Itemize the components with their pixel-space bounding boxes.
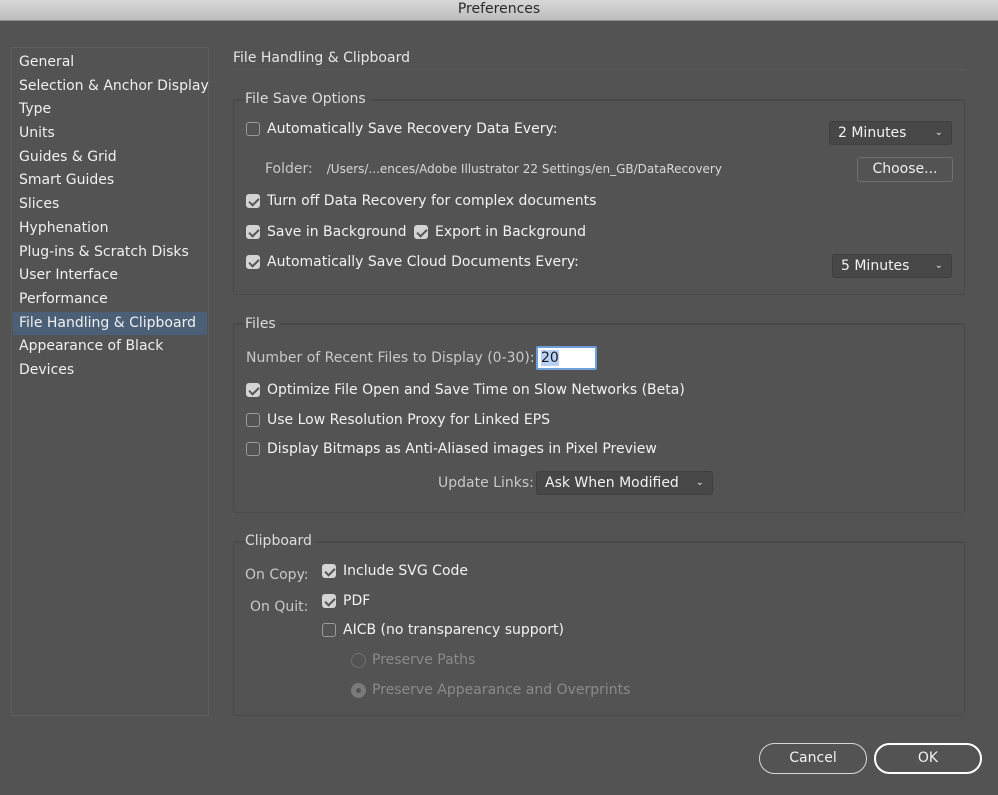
chevron-down-icon: ⌄	[934, 260, 943, 271]
on-copy-label-text: On Copy:	[245, 567, 309, 583]
turn-off-recovery-label: Turn off Data Recovery for complex docum…	[267, 193, 597, 209]
low-res-proxy-row[interactable]: Use Low Resolution Proxy for Linked EPS	[246, 412, 550, 428]
auto-save-interval-select[interactable]: 2 Minutes ⌄	[829, 121, 952, 145]
auto-save-cloud-row[interactable]: Automatically Save Cloud Documents Every…	[246, 254, 579, 270]
save-in-background-row[interactable]: Save in Background	[246, 224, 407, 240]
chevron-down-icon: ⌄	[695, 477, 704, 488]
preserve-appearance-row[interactable]: Preserve Appearance and Overprints	[351, 682, 630, 698]
preserve-appearance-radio[interactable]	[351, 682, 366, 698]
preserve-paths-label: Preserve Paths	[372, 652, 476, 668]
auto-save-interval-value: 2 Minutes	[838, 125, 907, 141]
chevron-down-icon: ⌄	[934, 127, 943, 138]
preserve-paths-radio[interactable]	[351, 652, 366, 668]
auto-save-cloud-checkbox[interactable]	[246, 255, 260, 269]
ok-button[interactable]: OK	[874, 743, 982, 774]
preserve-paths-row[interactable]: Preserve Paths	[351, 652, 475, 668]
pdf-label: PDF	[343, 593, 371, 609]
update-links-select[interactable]: Ask When Modified ⌄	[536, 471, 713, 495]
export-in-background-row[interactable]: Export in Background	[414, 224, 586, 240]
optimize-checkbox[interactable]	[246, 383, 260, 397]
low-res-proxy-checkbox[interactable]	[246, 413, 260, 427]
anti-aliased-checkbox[interactable]	[246, 442, 260, 456]
sidebar-item-plug-ins-scratch-disks[interactable]: Plug-ins & Scratch Disks	[13, 241, 207, 265]
sidebar-item-hyphenation[interactable]: Hyphenation	[13, 217, 207, 241]
file-save-options-label: File Save Options	[245, 91, 370, 107]
sidebar-item-guides-grid[interactable]: Guides & Grid	[13, 146, 207, 170]
panel-divider	[233, 69, 966, 70]
optimize-label: Optimize File Open and Save Time on Slow…	[267, 382, 685, 398]
auto-save-recovery-label: Automatically Save Recovery Data Every:	[267, 121, 558, 137]
window-title: Preferences	[457, 1, 541, 17]
recent-files-label-text: Number of Recent Files to Display (0-30)…	[246, 350, 535, 366]
update-links-value: Ask When Modified	[545, 475, 679, 491]
aicb-checkbox[interactable]	[322, 623, 336, 637]
turn-off-recovery-checkbox[interactable]	[246, 194, 260, 208]
cloud-interval-value: 5 Minutes	[841, 258, 910, 274]
cancel-button[interactable]: Cancel	[759, 743, 867, 774]
on-quit-label-text: On Quit:	[250, 599, 309, 615]
include-svg-checkbox[interactable]	[322, 564, 336, 578]
turn-off-recovery-row[interactable]: Turn off Data Recovery for complex docum…	[246, 193, 596, 209]
pdf-checkbox[interactable]	[322, 594, 336, 608]
files-label: Files	[245, 316, 280, 332]
recent-files-value: 20	[541, 350, 559, 366]
auto-save-cloud-label: Automatically Save Cloud Documents Every…	[267, 254, 579, 270]
sidebar-item-general[interactable]: General	[13, 51, 207, 75]
recent-files-label: Number of Recent Files to Display (0-30)…	[246, 350, 535, 366]
sidebar-item-units[interactable]: Units	[13, 122, 207, 146]
export-in-background-label: Export in Background	[435, 224, 587, 240]
include-svg-row[interactable]: Include SVG Code	[322, 563, 468, 579]
folder-row: Folder: /Users/...ences/Adobe Illustrato…	[265, 161, 722, 177]
update-links-label-text: Update Links:	[438, 475, 534, 491]
export-in-background-checkbox[interactable]	[414, 225, 428, 239]
optimize-row[interactable]: Optimize File Open and Save Time on Slow…	[246, 382, 685, 398]
low-res-proxy-label: Use Low Resolution Proxy for Linked EPS	[267, 412, 551, 428]
folder-path: /Users/...ences/Adobe Illustrator 22 Set…	[326, 162, 722, 176]
sidebar-item-devices[interactable]: Devices	[13, 359, 207, 383]
sidebar-item-appearance-of-black[interactable]: Appearance of Black	[13, 335, 207, 359]
on-copy-label: On Copy:	[245, 567, 309, 583]
sidebar-item-file-handling-clipboard[interactable]: File Handling & Clipboard	[13, 311, 207, 336]
sidebar-item-performance[interactable]: Performance	[13, 288, 207, 312]
panel-title: File Handling & Clipboard	[233, 50, 410, 66]
recent-files-input[interactable]: 20	[536, 346, 597, 370]
sidebar-item-smart-guides[interactable]: Smart Guides	[13, 169, 207, 193]
aicb-row[interactable]: AICB (no transparency support)	[322, 622, 564, 638]
sidebar-item-type[interactable]: Type	[13, 98, 207, 122]
on-quit-label: On Quit:	[250, 599, 308, 615]
preferences-sidebar: General Selection & Anchor Display Type Uni…	[11, 47, 209, 716]
pdf-row[interactable]: PDF	[322, 593, 370, 609]
auto-save-recovery-checkbox-row[interactable]: Automatically Save Recovery Data Every:	[246, 121, 557, 137]
anti-aliased-row[interactable]: Display Bitmaps as Anti-Aliased images i…	[246, 441, 657, 457]
aicb-label: AICB (no transparency support)	[343, 622, 564, 638]
anti-aliased-label: Display Bitmaps as Anti-Aliased images i…	[267, 441, 657, 457]
sidebar-item-selection-anchor-display[interactable]: Selection & Anchor Display	[13, 75, 209, 99]
choose-folder-button[interactable]: Choose...	[857, 157, 953, 182]
clipboard-label: Clipboard	[245, 533, 316, 549]
update-links-label: Update Links:	[438, 475, 534, 491]
window-titlebar: Preferences	[0, 0, 998, 21]
save-in-background-label: Save in Background	[267, 224, 407, 240]
folder-label: Folder:	[265, 161, 313, 177]
preserve-appearance-label: Preserve Appearance and Overprints	[372, 682, 631, 698]
auto-save-recovery-checkbox[interactable]	[246, 122, 260, 136]
sidebar-item-user-interface[interactable]: User Interface	[13, 264, 207, 288]
include-svg-label: Include SVG Code	[343, 563, 469, 579]
cloud-interval-select[interactable]: 5 Minutes ⌄	[832, 254, 952, 278]
sidebar-item-slices[interactable]: Slices	[13, 193, 207, 217]
save-in-background-checkbox[interactable]	[246, 225, 260, 239]
